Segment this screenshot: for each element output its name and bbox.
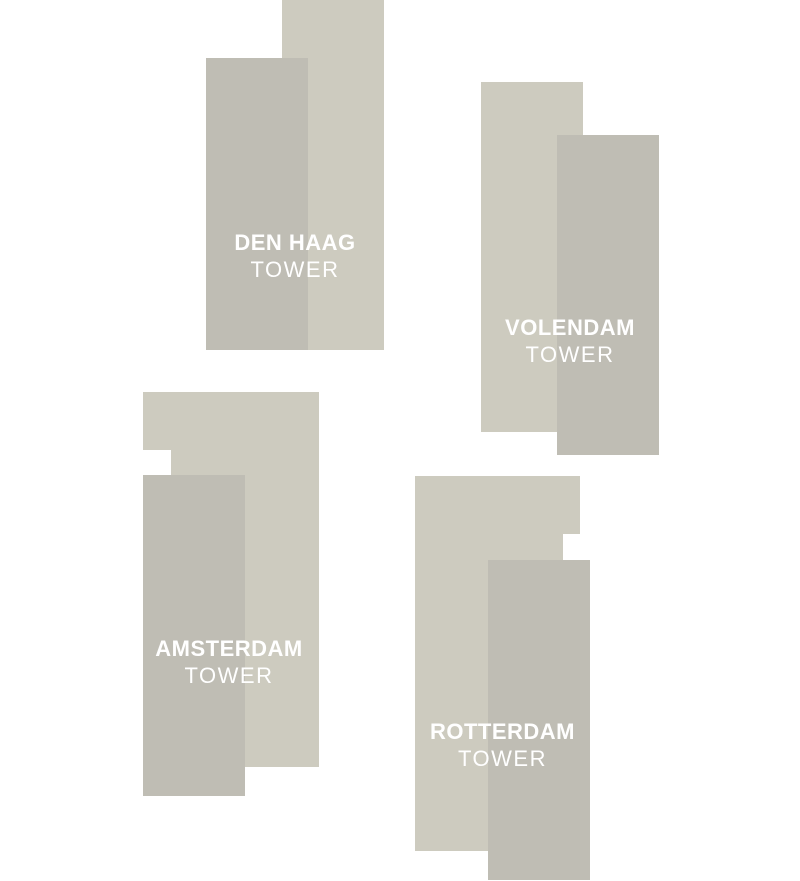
rotterdam-subtitle: TOWER: [458, 746, 547, 772]
amsterdam-label: AMSTERDAM TOWER: [143, 636, 315, 689]
amsterdam-subtitle: TOWER: [184, 663, 274, 689]
den-haag-label: DEN HAAG TOWER: [206, 230, 384, 283]
volendam-label: VOLENDAM TOWER: [481, 315, 659, 368]
rotterdam-rear-top-block: [415, 476, 580, 534]
amsterdam-name: AMSTERDAM: [155, 636, 303, 661]
amsterdam-rear-top-block: [143, 392, 319, 450]
volendam-front-block: [557, 135, 659, 455]
den-haag-front-block: [206, 58, 308, 350]
rotterdam-name: ROTTERDAM: [429, 719, 576, 744]
volendam-subtitle: TOWER: [525, 342, 615, 368]
den-haag-subtitle: TOWER: [250, 257, 340, 283]
rotterdam-label: ROTTERDAM TOWER: [415, 719, 590, 772]
den-haag-name: DEN HAAG: [234, 230, 356, 255]
volendam-name: VOLENDAM: [505, 315, 635, 340]
